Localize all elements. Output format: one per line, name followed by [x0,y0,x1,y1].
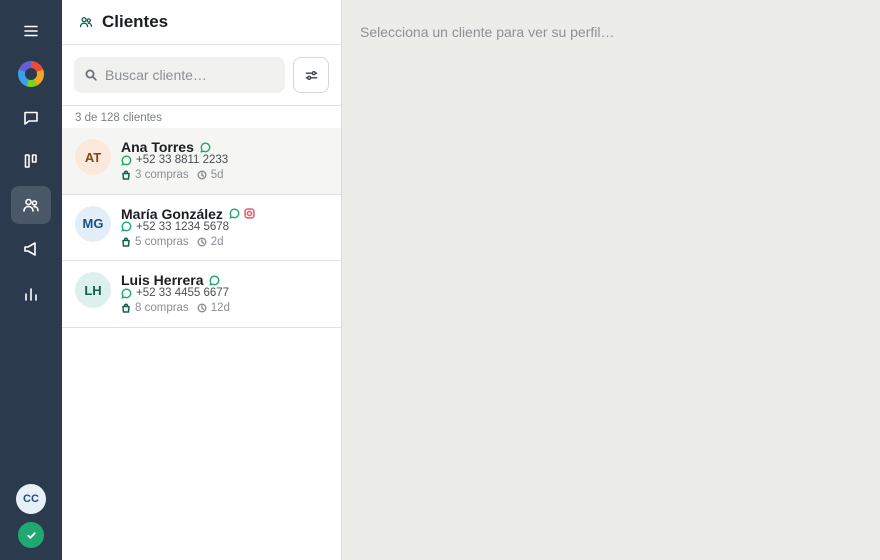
users-icon [23,198,39,212]
avatar: MG [75,205,111,242]
nav-clients[interactable] [11,186,51,224]
client-phone: +52 33 4455 6677 [136,287,230,299]
shopping-bag-icon [122,237,130,247]
whatsapp-icon [121,155,132,166]
clock-icon [197,237,207,246]
bar-chart-icon [25,288,37,301]
users-icon [79,17,93,28]
client-name: Luis Herrera [121,272,204,288]
client-row-ana-torres[interactable]: AT Ana Torres +52 33 8811 2233 3 compras… [62,128,341,195]
sliders-icon [305,70,317,80]
client-phone: +52 33 8811 2233 [136,154,229,166]
page-title: Clientes [102,12,169,31]
client-purchases: 5 compras [135,235,189,248]
client-name: Ana Torres [121,139,194,155]
client-last-activity: 12d [210,302,230,314]
logo-icon[interactable] [18,61,44,87]
menu-button[interactable] [11,12,51,50]
search-input[interactable] [105,67,275,83]
megaphone-icon [24,242,36,256]
search-row [62,45,341,106]
avatar: LH [75,272,111,308]
search-box[interactable] [74,57,285,93]
empty-state-text: Selecciona un cliente para ver su perfil… [360,24,615,40]
whatsapp-icon [209,275,220,286]
user-avatar[interactable]: CC [16,484,46,514]
online-status-badge[interactable] [18,522,44,548]
client-detail-area: Selecciona un cliente para ver su perfil… [342,0,880,560]
sidebar: CC [0,0,62,560]
clock-icon [197,170,207,180]
shopping-bag-icon [122,303,130,313]
client-last-activity: 2d [210,235,224,248]
client-last-activity: 5d [210,169,224,181]
nav-reports[interactable] [11,275,51,313]
nav-chats[interactable] [11,99,51,137]
client-list-panel: Clientes 3 de 128 clientes AT Ana Torres… [62,0,342,560]
nav-board[interactable] [11,142,51,180]
whatsapp-icon [229,208,240,219]
whatsapp-icon [121,288,132,299]
check-icon [26,531,36,539]
client-phone: +52 33 1234 5678 [136,220,230,233]
client-name: María González [121,205,223,222]
instagram-icon [244,208,255,219]
client-purchases: 8 compras [135,302,189,314]
shopping-bag-icon [122,170,130,180]
chat-icon [24,111,38,125]
client-row-maria-gonzalez[interactable]: MG María González +52 33 1234 5678 5 com… [62,195,341,261]
kanban-icon [24,154,37,168]
avatar: AT [75,139,111,175]
result-count: 3 de 128 clientes [75,112,162,124]
nav-campaigns[interactable] [11,230,51,268]
menu-icon [24,25,38,37]
clock-icon [197,303,207,313]
whatsapp-icon [200,142,211,153]
search-icon [85,69,97,81]
whatsapp-icon [121,221,132,232]
panel-header: Clientes [62,0,341,45]
client-purchases: 3 compras [135,169,189,181]
filter-button[interactable] [293,57,329,93]
client-row-luis-herrera[interactable]: LH Luis Herrera +52 33 4455 6677 8 compr… [62,261,341,328]
